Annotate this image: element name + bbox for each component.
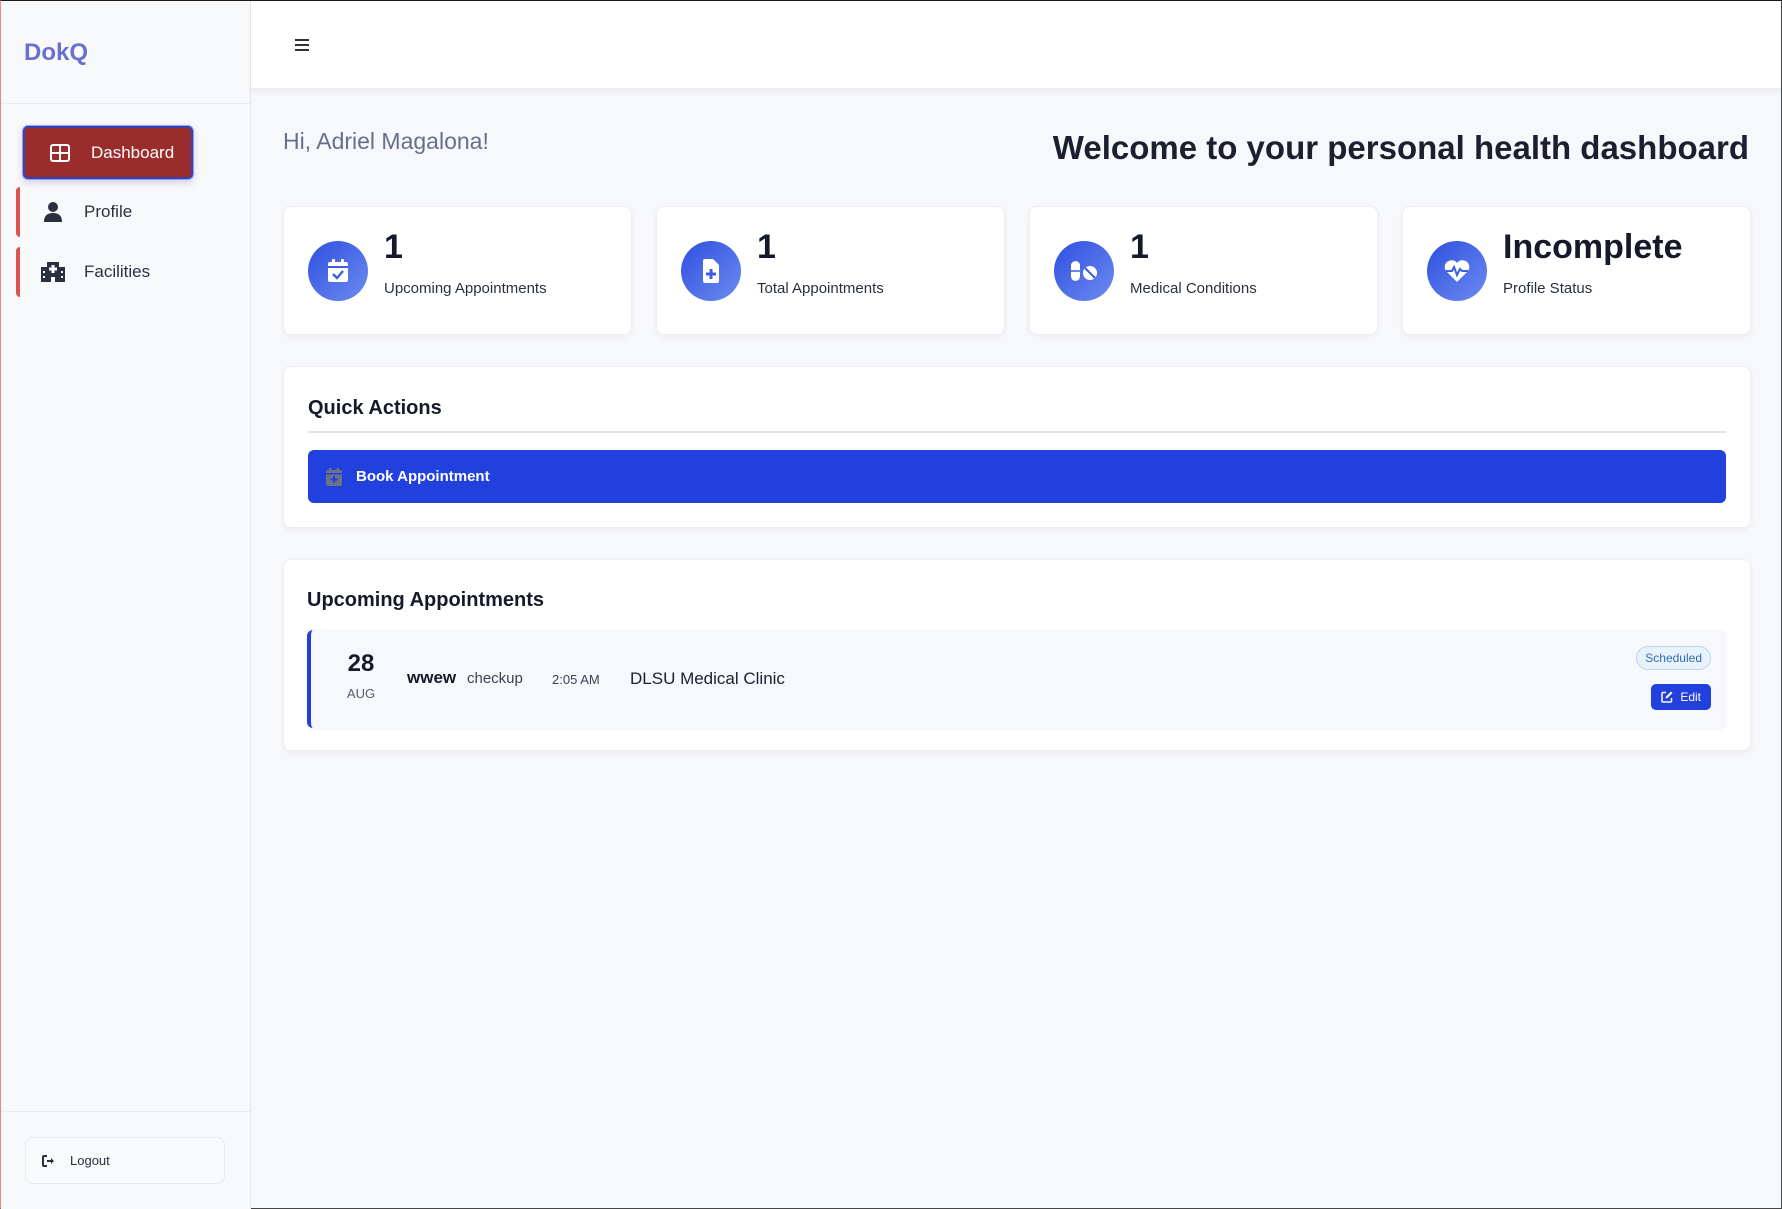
- stat-label: Profile Status: [1503, 280, 1593, 297]
- appointment-clinic: DLSU Medical Clinic: [630, 669, 785, 688]
- stat-value: 1: [1130, 228, 1149, 266]
- pills-icon: [1054, 240, 1114, 301]
- book-appointment-label: Book Appointment: [356, 468, 490, 485]
- sidebar-footer: Logout: [1, 1111, 250, 1209]
- appointment-month: AUG: [346, 686, 376, 701]
- file-medical-icon: [681, 240, 741, 301]
- brand-logo[interactable]: DokQ: [1, 1, 250, 104]
- sidebar-item-label: Profile: [84, 202, 133, 221]
- greeting-text: Hi, Adriel Magalona!: [283, 128, 489, 154]
- edit-icon: [1661, 691, 1673, 703]
- edit-appointment-button[interactable]: Edit: [1651, 684, 1711, 710]
- sidebar-item-profile[interactable]: Profile: [16, 187, 238, 237]
- upcoming-appointments-card: Upcoming Appointments 28 AUG wwew checku…: [283, 559, 1751, 751]
- stat-label: Upcoming Appointments: [384, 280, 547, 297]
- stat-value: Incomplete: [1503, 228, 1683, 266]
- stat-value: 1: [757, 228, 776, 266]
- upcoming-appointments-title: Upcoming Appointments: [307, 589, 545, 611]
- sidebar: DokQ Dashboard Profile Facilities Logout: [1, 1, 251, 1209]
- stat-label: Medical Conditions: [1130, 280, 1257, 297]
- sidebar-nav: Dashboard Profile Facilities: [1, 104, 250, 297]
- quick-actions-title: Quick Actions: [308, 397, 442, 419]
- appointment-day: 28: [347, 650, 375, 677]
- sign-out-icon: [42, 1154, 56, 1167]
- stats-row: 1 Upcoming Appointments 1 Total Appointm…: [283, 206, 1751, 335]
- status-badge: Scheduled: [1636, 646, 1711, 670]
- calendar-plus-icon: [326, 467, 342, 486]
- logout-button[interactable]: Logout: [25, 1137, 225, 1184]
- hospital-icon: [40, 261, 66, 283]
- appointment-item[interactable]: 28 AUG wwew checkup 2:05 AM DLSU Medical…: [307, 630, 1726, 728]
- appointment-type: checkup: [467, 670, 523, 687]
- stat-label: Total Appointments: [757, 280, 884, 297]
- top-bar: [251, 1, 1781, 89]
- page-title: Welcome to your personal health dashboar…: [1052, 129, 1749, 166]
- heart-pulse-icon: [1427, 240, 1487, 301]
- menu-toggle-icon[interactable]: [295, 39, 309, 51]
- stat-card-profile: Incomplete Profile Status: [1402, 206, 1751, 335]
- appointment-time: 2:05 AM: [552, 672, 600, 687]
- dashboard-grid-icon: [47, 142, 73, 164]
- divider: [308, 431, 1726, 433]
- stat-card-upcoming: 1 Upcoming Appointments: [283, 206, 632, 335]
- calendar-check-icon: [308, 240, 368, 301]
- sidebar-item-label: Dashboard: [91, 142, 175, 162]
- stat-card-total: 1 Total Appointments: [656, 206, 1005, 335]
- edit-label: Edit: [1680, 690, 1701, 704]
- quick-actions-card: Quick Actions Book Appointment: [283, 366, 1751, 528]
- book-appointment-button[interactable]: Book Appointment: [308, 450, 1726, 503]
- appointment-name: wwew: [407, 668, 457, 687]
- stat-value: 1: [384, 228, 403, 266]
- logout-label: Logout: [70, 1153, 110, 1168]
- user-icon: [40, 201, 66, 223]
- sidebar-item-label: Facilities: [84, 262, 151, 281]
- stat-card-conditions: 1 Medical Conditions: [1029, 206, 1378, 335]
- appointment-date: 28 AUG: [341, 650, 381, 701]
- sidebar-item-dashboard[interactable]: Dashboard: [23, 126, 193, 179]
- sidebar-item-facilities[interactable]: Facilities: [16, 247, 238, 297]
